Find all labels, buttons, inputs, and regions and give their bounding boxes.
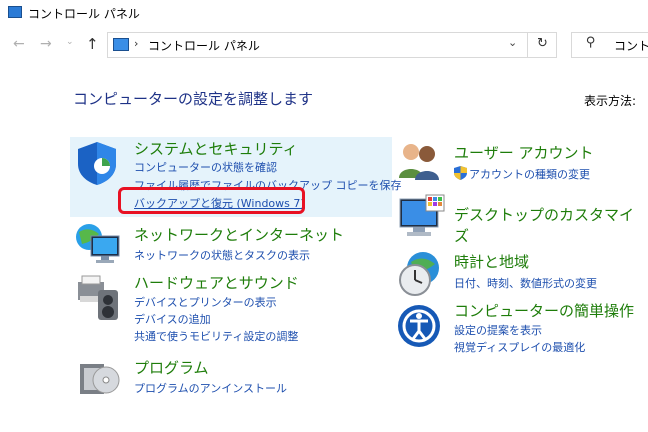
breadcrumb-separator-icon[interactable]: › xyxy=(134,37,138,50)
link-change-account-type[interactable]: アカウントの種類の変更 xyxy=(469,166,590,182)
printer-speaker-icon xyxy=(78,275,118,320)
link-uninstall-program[interactable]: プログラムのアンインストール xyxy=(134,380,287,396)
link-devices-printers[interactable]: デバイスとプリンターの表示 xyxy=(134,294,277,310)
ease-of-access-icon xyxy=(398,305,440,347)
search-icon: ⚲ xyxy=(586,35,596,50)
clock-globe-icon xyxy=(399,252,439,296)
view-by-label[interactable]: 表示方法: xyxy=(584,92,636,109)
window-title: コントロール パネル xyxy=(28,7,140,21)
link-let-windows-suggest[interactable]: 設定の提案を表示 xyxy=(454,322,542,338)
link-check-computer-status[interactable]: コンピューターの状態を確認 xyxy=(134,159,277,175)
programs-icon xyxy=(80,364,120,394)
breadcrumb-chevron-icon[interactable]: › xyxy=(237,37,241,50)
control-panel-small-icon xyxy=(113,38,129,51)
category-system-security[interactable]: システムとセキュリティ xyxy=(134,138,298,159)
category-personalization[interactable]: デスクトップのカスタマイズ xyxy=(454,204,648,246)
category-ease-of-access[interactable]: コンピューターの簡単操作 xyxy=(454,300,634,321)
category-programs[interactable]: プログラム xyxy=(134,357,209,378)
address-dropdown-icon[interactable]: ⌄ xyxy=(508,36,517,49)
back-button[interactable]: ← xyxy=(13,36,25,52)
link-network-status-tasks[interactable]: ネットワークの状態とタスクの表示 xyxy=(134,247,310,263)
link-date-time-number-format[interactable]: 日付、時刻、数値形式の変更 xyxy=(454,275,597,291)
link-add-device[interactable]: デバイスの追加 xyxy=(134,311,211,327)
page-heading: コンピューターの設定を調整します xyxy=(73,90,314,108)
category-hardware-sound[interactable]: ハードウェアとサウンド xyxy=(134,272,299,293)
annotation-highlight-box xyxy=(118,187,305,214)
desktop-monitor-icon xyxy=(399,194,445,236)
recent-dropdown-button[interactable]: ⌄ xyxy=(66,37,74,47)
refresh-icon[interactable]: ↻ xyxy=(537,36,548,51)
breadcrumb[interactable]: コントロール パネル xyxy=(148,37,260,54)
control-panel-icon xyxy=(8,6,22,18)
link-mobility-settings[interactable]: 共通で使うモビリティ設定の調整 xyxy=(134,328,298,344)
up-button[interactable]: ↑ xyxy=(86,35,99,53)
category-clock-region[interactable]: 時計と地域 xyxy=(454,251,529,272)
title-bar: コントロール パネル xyxy=(0,0,648,28)
uac-shield-icon xyxy=(454,166,467,180)
shield-icon xyxy=(78,142,116,185)
category-user-accounts[interactable]: ユーザー アカウント xyxy=(454,142,593,163)
users-icon xyxy=(399,144,439,180)
forward-button[interactable]: → xyxy=(40,36,52,52)
link-optimize-visual-display[interactable]: 視覚ディスプレイの最適化 xyxy=(454,339,585,355)
category-network-internet[interactable]: ネットワークとインターネット xyxy=(134,224,344,245)
search-input[interactable]: コントロー xyxy=(614,37,648,54)
address-divider xyxy=(527,33,528,57)
network-globe-icon xyxy=(76,224,120,263)
